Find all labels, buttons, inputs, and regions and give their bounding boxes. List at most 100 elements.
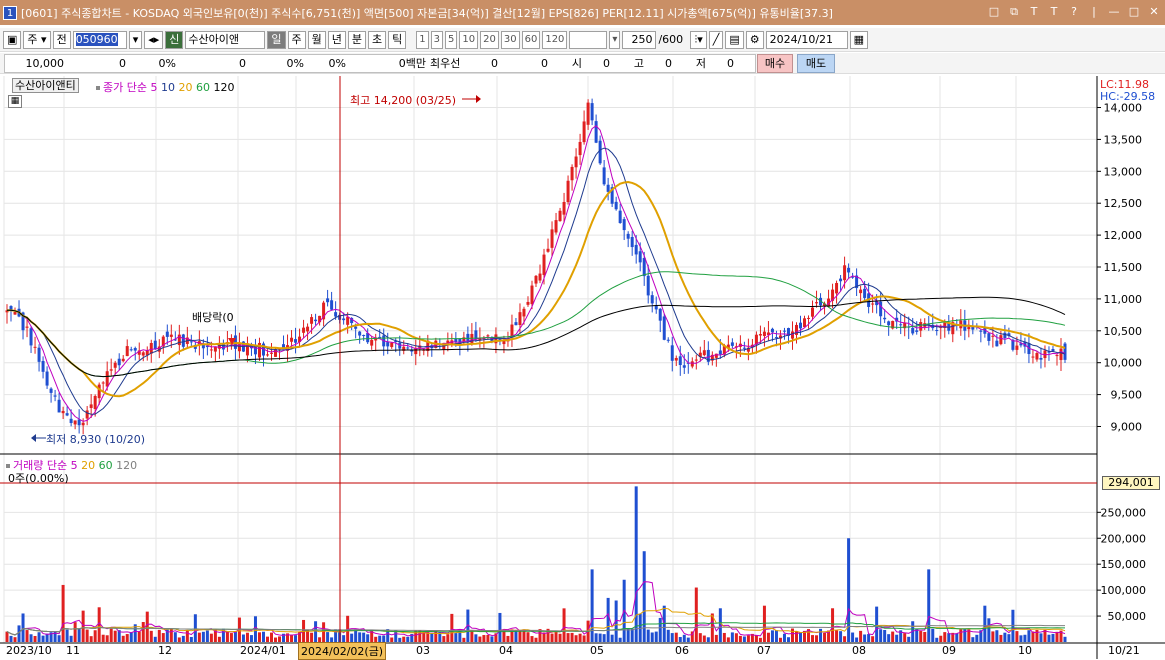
volume-bar	[871, 636, 875, 642]
volume-bar	[506, 635, 510, 642]
interval-20[interactable]: 20	[480, 30, 499, 49]
volume-bar	[939, 635, 943, 642]
volume-bar	[13, 637, 17, 642]
volume-value: 0	[239, 57, 246, 70]
count-input[interactable]: 250	[622, 30, 657, 49]
volume-bar	[706, 637, 710, 642]
volume-bar	[730, 632, 734, 642]
volume-legend-20: 20	[81, 459, 96, 472]
price-tick-label: 9,500	[1111, 389, 1143, 402]
candle-body	[13, 311, 17, 315]
maximize-icon[interactable]: □	[1127, 4, 1141, 19]
table-icon[interactable]: ▦	[8, 95, 22, 108]
candle-body	[730, 342, 734, 346]
priority-label: 최우선	[430, 57, 461, 70]
interval-30[interactable]: 30	[500, 30, 520, 49]
calendar-icon[interactable]: ▦	[849, 30, 869, 49]
volume-bar	[37, 632, 41, 642]
volume-bar	[85, 629, 89, 642]
buy-button[interactable]: 매수	[757, 54, 793, 73]
help-icon[interactable]: ?	[1067, 4, 1081, 19]
chart-type-icon[interactable]: ▣	[3, 30, 22, 49]
interval-select[interactable]	[569, 30, 608, 49]
volume-bar	[201, 631, 205, 642]
new-stock-button[interactable]: 신	[165, 30, 184, 49]
volume-bar	[290, 634, 294, 642]
price-tick-label: 10,000	[1104, 357, 1143, 370]
volume-bar	[971, 637, 975, 642]
candle-body	[602, 167, 606, 185]
volume-bar	[430, 633, 434, 642]
chart-area[interactable]: 9,000 9,500 10,000 10,500 11,000 11,500 12,000…	[0, 76, 1165, 659]
interval-120[interactable]: 120	[542, 30, 568, 49]
volume-bar	[278, 636, 282, 642]
candle-body	[670, 345, 674, 361]
stock-label[interactable]: 수산아이앤티	[12, 78, 79, 93]
interval-1[interactable]: 1	[416, 30, 429, 49]
x-axis-label: 11	[66, 644, 80, 657]
volume-bar	[161, 633, 165, 642]
candle-body	[570, 166, 574, 181]
volume-current-value: 294,001	[1102, 476, 1160, 490]
volume-bar	[851, 632, 855, 642]
candle-body	[518, 312, 522, 326]
volume-bar	[1055, 631, 1059, 642]
candle-body	[1039, 357, 1043, 360]
candle-body	[169, 334, 173, 337]
code-dropdown-icon[interactable]: ▾	[128, 30, 143, 49]
candle-body	[863, 288, 867, 298]
x-axis-label: 09	[942, 644, 956, 657]
sell-button[interactable]: 매도	[797, 54, 835, 73]
minimize-icon[interactable]: —	[1107, 4, 1121, 19]
volume-bar	[358, 632, 362, 642]
close-icon[interactable]: ✕	[1147, 4, 1161, 19]
line-tool-icon[interactable]: ╱	[708, 30, 724, 49]
volume-bar	[947, 633, 951, 642]
tab-tick[interactable]: 틱	[388, 30, 407, 49]
volume-bar	[125, 634, 129, 642]
stock-code-input[interactable]: 050960	[72, 30, 127, 49]
cascade-icon[interactable]: ⧉	[1007, 4, 1021, 19]
tab-minute[interactable]: 분	[347, 30, 367, 49]
tab-year[interactable]: 년	[327, 30, 346, 49]
pin-icon[interactable]: T	[1027, 4, 1041, 19]
volume-tick-label: 50,000	[1108, 610, 1147, 623]
tab-second[interactable]: 초	[368, 30, 387, 49]
interval-5[interactable]: 5	[445, 30, 458, 49]
volume-bar	[390, 637, 394, 642]
x-axis-label: 05	[590, 644, 604, 657]
volume-bar	[570, 632, 574, 642]
volume-bar	[875, 606, 879, 642]
speaker-icon[interactable]: ◂▸	[144, 30, 164, 49]
candle-style-icon[interactable]: ⫶▾	[690, 30, 707, 49]
restore-layout-icon[interactable]: □	[987, 4, 1001, 19]
volume-bar	[93, 630, 97, 642]
volume-bar	[109, 628, 113, 642]
tab-month[interactable]: 월	[307, 30, 326, 49]
volume-bar	[65, 629, 69, 642]
tab-week[interactable]: 주	[287, 30, 306, 49]
settings-icon[interactable]: ⚙	[745, 30, 764, 49]
volume-bar	[682, 634, 686, 642]
interval-3[interactable]: 3	[430, 30, 444, 49]
candle-body	[109, 369, 113, 371]
prev-button[interactable]: 전	[52, 30, 71, 49]
interval-60[interactable]: 60	[521, 30, 541, 49]
candle-body	[181, 334, 185, 347]
volume-bar	[839, 631, 843, 642]
volume-tick-label: 200,000	[1101, 532, 1147, 545]
tab-day[interactable]: 일	[267, 30, 286, 49]
volume-bar	[634, 486, 638, 642]
candle-body	[81, 422, 85, 426]
candle-body	[358, 331, 362, 336]
candle-body	[574, 156, 578, 168]
save-icon[interactable]: ▤	[725, 30, 744, 49]
volume-bar	[1063, 636, 1067, 642]
period-select[interactable]: 주 ▾	[23, 30, 51, 49]
candle-body	[534, 275, 538, 284]
font-icon[interactable]: T	[1047, 4, 1061, 19]
interval-dropdown-icon[interactable]: ▾	[609, 30, 621, 49]
interval-10[interactable]: 10	[459, 30, 479, 49]
candle-body	[69, 418, 73, 424]
date-field[interactable]: 2024/10/21	[765, 30, 848, 49]
